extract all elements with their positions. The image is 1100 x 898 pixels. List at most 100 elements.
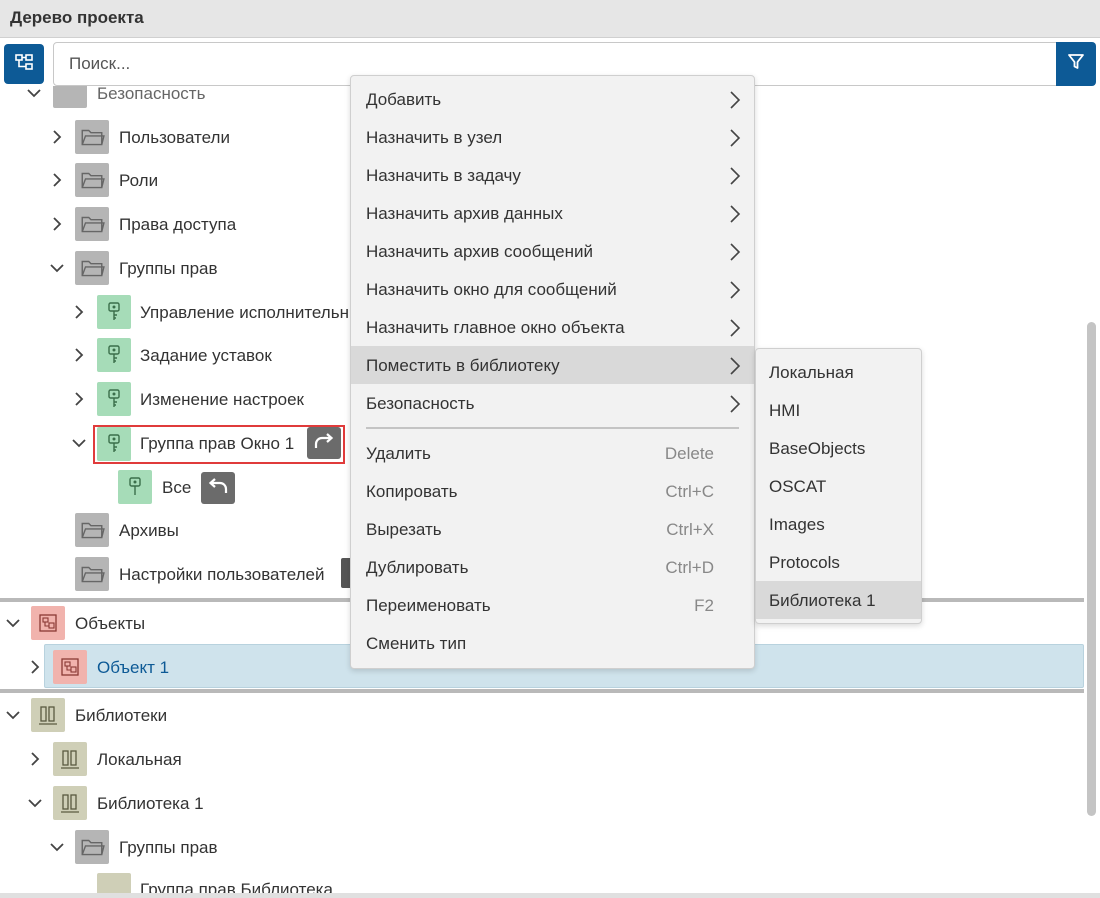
submenu-item-local[interactable]: Локальная <box>756 353 921 391</box>
menu-item-shortcut: Ctrl+D <box>665 558 714 577</box>
menu-item-assign-node[interactable]: Назначить в узел <box>351 118 754 156</box>
menu-item-label: Переименовать <box>366 596 491 615</box>
chevron-down-icon[interactable] <box>28 796 42 810</box>
submenu-item-label: OSCAT <box>769 477 827 496</box>
back-link-button[interactable] <box>201 472 235 504</box>
tree-node-label: Изменение настроек <box>140 390 304 409</box>
tree-node-label: Библиотеки <box>75 706 168 725</box>
tree-node-label: Задание уставок <box>140 346 272 365</box>
chevron-right-icon[interactable] <box>28 752 42 766</box>
menu-item-put-in-library[interactable]: Поместить в библиотеку <box>351 346 754 384</box>
tree-node-label: Библиотека 1 <box>97 794 204 813</box>
submenu-item-images[interactable]: Images <box>756 505 921 543</box>
menu-item-label: Добавить <box>366 90 442 109</box>
submenu-item-label: Библиотека 1 <box>769 591 876 610</box>
tree-node-label: Пользователи <box>119 128 230 147</box>
pin-icon <box>118 470 152 504</box>
section-divider <box>0 689 1084 693</box>
menu-item-label: Назначить в узел <box>366 128 503 147</box>
submenu-item-label: Protocols <box>769 553 840 572</box>
chevron-down-icon[interactable] <box>6 708 20 722</box>
tree-node-label: Группа прав Окно 1 <box>140 434 295 453</box>
menu-item-assign-main-window[interactable]: Назначить главное окно объекта <box>351 308 754 346</box>
key-icon <box>97 382 131 416</box>
folder-icon <box>75 207 109 241</box>
menu-item-label: Удалить <box>366 444 431 463</box>
key-icon <box>97 295 131 329</box>
hierarchy-icon <box>14 52 34 77</box>
submenu-item-oscat[interactable]: OSCAT <box>756 467 921 505</box>
chevron-right-icon[interactable] <box>28 660 42 674</box>
menu-item-cut[interactable]: Вырезать Ctrl+X <box>351 510 754 548</box>
menu-item-copy[interactable]: Копировать Ctrl+C <box>351 472 754 510</box>
key-icon <box>97 873 131 893</box>
filter-button[interactable] <box>1056 42 1096 86</box>
chevron-down-icon[interactable] <box>72 436 86 450</box>
chevron-down-icon[interactable] <box>50 840 64 854</box>
tree-node-label: Объекты <box>75 614 146 633</box>
chevron-right-icon[interactable] <box>72 392 86 406</box>
menu-item-label: Копировать <box>366 482 458 501</box>
submenu-item-baseobjects[interactable]: BaseObjects <box>756 429 921 467</box>
menu-item-security[interactable]: Безопасность <box>351 384 754 422</box>
submenu-arrow-icon <box>730 167 741 185</box>
filter-icon <box>1067 53 1085 76</box>
menu-item-rename[interactable]: Переименовать F2 <box>351 586 754 624</box>
menu-item-label: Назначить архив сообщений <box>366 242 593 261</box>
menu-item-duplicate[interactable]: Дублировать Ctrl+D <box>351 548 754 586</box>
submenu-item-hmi[interactable]: HMI <box>756 391 921 429</box>
folder-icon <box>75 251 109 285</box>
menu-item-label: Дублировать <box>366 558 469 577</box>
menu-item-assign-data-archive[interactable]: Назначить архив данных <box>351 194 754 232</box>
folder-icon <box>75 557 109 591</box>
menu-item-label: Назначить окно для сообщений <box>366 280 617 299</box>
submenu-arrow-icon <box>730 357 741 375</box>
panel-title: Дерево проекта <box>10 8 144 27</box>
menu-item-add[interactable]: Добавить <box>351 80 754 118</box>
menu-item-change-type[interactable]: Сменить тип <box>351 624 754 662</box>
tree-node-label: Настройки пользователей <box>119 565 325 584</box>
menu-item-shortcut: F2 <box>694 596 714 615</box>
menu-item-assign-message-archive[interactable]: Назначить архив сообщений <box>351 232 754 270</box>
menu-item-shortcut: Ctrl+X <box>666 520 714 539</box>
submenu-item-protocols[interactable]: Protocols <box>756 543 921 581</box>
library-submenu: Локальная HMI BaseObjects OSCAT Images P… <box>755 348 922 624</box>
menu-item-label: Сменить тип <box>366 634 467 653</box>
library-icon <box>53 786 87 820</box>
vertical-scrollbar[interactable] <box>1087 322 1096 816</box>
chevron-right-icon[interactable] <box>72 305 86 319</box>
menu-item-label: Поместить в библиотеку <box>366 356 560 375</box>
forward-arrow-icon <box>313 432 335 455</box>
tree-node-label: Права доступа <box>119 215 237 234</box>
menu-item-shortcut: Ctrl+C <box>665 482 714 501</box>
tree-node-label: Роли <box>119 171 159 190</box>
redirect-button[interactable] <box>307 427 341 459</box>
panel-header: Дерево проекта <box>0 0 1100 38</box>
tree-node-label: Локальная <box>97 750 182 769</box>
submenu-arrow-icon <box>730 395 741 413</box>
local-library-icon <box>53 742 87 776</box>
key-icon <box>97 427 131 461</box>
hierarchy-toggle-button[interactable] <box>4 44 44 84</box>
object-icon <box>31 606 65 640</box>
submenu-arrow-icon <box>730 319 741 337</box>
submenu-item-label: HMI <box>769 401 801 420</box>
menu-item-assign-task[interactable]: Назначить в задачу <box>351 156 754 194</box>
chevron-down-icon[interactable] <box>50 261 64 275</box>
tree-node-label: Все <box>162 478 192 497</box>
chevron-right-icon[interactable] <box>50 130 64 144</box>
menu-item-assign-message-window[interactable]: Назначить окно для сообщений <box>351 270 754 308</box>
bottom-edge <box>0 893 1100 898</box>
chevron-right-icon[interactable] <box>50 217 64 231</box>
chevron-right-icon[interactable] <box>50 173 64 187</box>
menu-item-delete[interactable]: Удалить Delete <box>351 434 754 472</box>
tree-node-label: Безопасность <box>97 84 206 103</box>
chevron-right-icon[interactable] <box>72 348 86 362</box>
object-icon <box>53 650 87 684</box>
chevron-down-icon[interactable] <box>6 616 20 630</box>
submenu-item-library1[interactable]: Библиотека 1 <box>756 581 921 619</box>
folder-icon <box>75 120 109 154</box>
chevron-down-icon[interactable] <box>27 86 41 100</box>
submenu-arrow-icon <box>730 205 741 223</box>
submenu-item-label: Images <box>769 515 825 534</box>
